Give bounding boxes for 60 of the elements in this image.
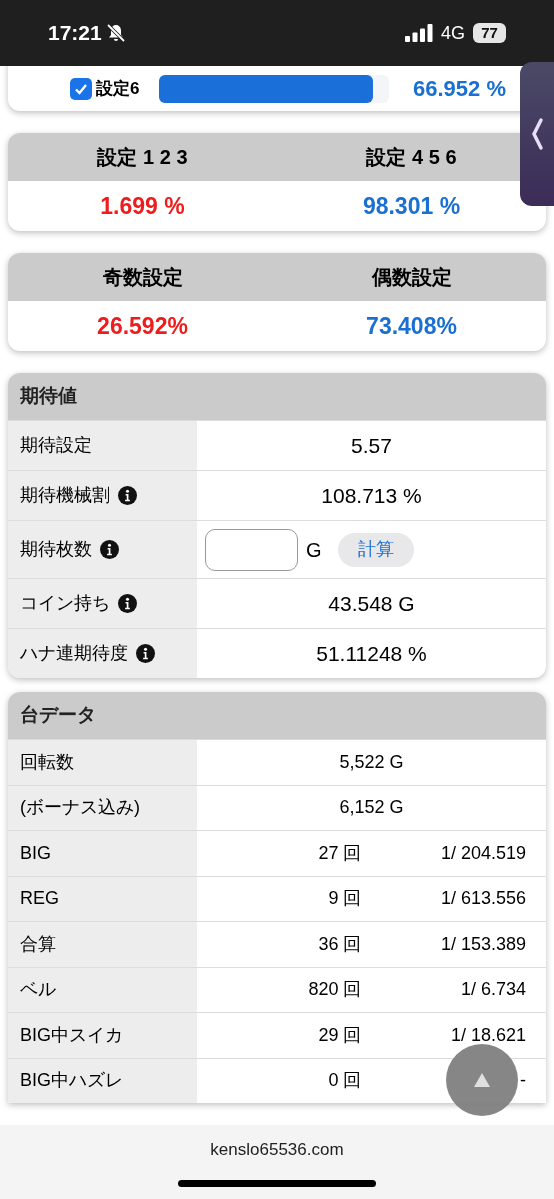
info-icon[interactable]	[118, 594, 137, 613]
row-label: ハナ連期待度	[20, 642, 128, 665]
info-icon[interactable]	[118, 486, 137, 505]
row-label: 回転数	[20, 750, 74, 774]
row-label: ベル	[20, 978, 56, 1002]
info-icon[interactable]	[136, 644, 155, 663]
row-label: (ボーナス込み)	[20, 796, 140, 820]
row-value: 43.548 G	[328, 590, 415, 617]
network-label: 4G	[441, 21, 465, 45]
probability-value: 66.952 %	[413, 75, 506, 103]
url-text: kenslo65536.com	[210, 1139, 344, 1161]
row-label: 期待設定	[20, 434, 92, 457]
muted-bell-icon	[105, 23, 126, 43]
unit-label: G	[306, 537, 322, 563]
section-title: 期待値	[20, 384, 77, 409]
count-value: 36 回	[317, 932, 362, 956]
row-value: 5,522 G	[339, 750, 404, 774]
rate-value: 1/ 18.621	[450, 1023, 526, 1047]
row-label: 期待機械割	[20, 484, 110, 507]
calculate-button[interactable]: 計算	[337, 532, 414, 567]
input-field[interactable]	[205, 528, 298, 571]
group-value: 73.408%	[365, 311, 458, 341]
row-label: 期待枚数	[20, 538, 92, 561]
row-label: BIG中スイカ	[20, 1023, 123, 1047]
row-value: 5.57	[351, 432, 392, 459]
group-value: 26.592%	[96, 311, 189, 341]
count-value: 27 回	[317, 841, 362, 865]
info-icon[interactable]	[100, 540, 119, 559]
row-label: 合算	[20, 932, 56, 956]
count-value: 0 回	[327, 1069, 362, 1093]
clock-time: 17:21	[48, 20, 102, 47]
count-value: 29 回	[317, 1023, 362, 1047]
group-label: 設定 4 5 6	[365, 145, 458, 170]
row-label: BIG	[20, 841, 51, 865]
rate-value: -	[520, 1069, 526, 1093]
row-value: 51.11248 %	[316, 640, 427, 667]
row-value: 6,152 G	[339, 796, 404, 820]
count-value: 9 回	[327, 887, 362, 911]
row-label: REG	[20, 887, 59, 911]
rate-value: 1/ 204.519	[440, 841, 526, 865]
group-value: 1.699 %	[99, 191, 186, 221]
side-panel-tab[interactable]	[520, 62, 554, 206]
rate-value: 1/ 153.389	[440, 932, 526, 956]
triangle-up-icon	[474, 1073, 490, 1087]
group-label: 奇数設定	[101, 265, 184, 290]
count-value: 820 回	[307, 978, 362, 1002]
group-value: 98.301 %	[361, 191, 462, 221]
row-label: BIG中ハズレ	[20, 1069, 123, 1093]
group-label: 設定 1 2 3	[96, 145, 189, 170]
row-value: 108.713 %	[321, 482, 422, 509]
setting-label: 設定6	[96, 77, 140, 100]
chevron-left-icon	[530, 117, 544, 151]
checkbox[interactable]	[70, 77, 92, 100]
group-label: 偶数設定	[370, 265, 453, 290]
section-title: 台データ	[20, 703, 96, 728]
battery-icon: 77	[473, 23, 506, 43]
rate-value: 1/ 613.556	[440, 887, 526, 911]
signal-icon	[405, 24, 433, 42]
row-label: コイン持ち	[20, 592, 110, 615]
rate-value: 1/ 6.734	[460, 978, 526, 1002]
